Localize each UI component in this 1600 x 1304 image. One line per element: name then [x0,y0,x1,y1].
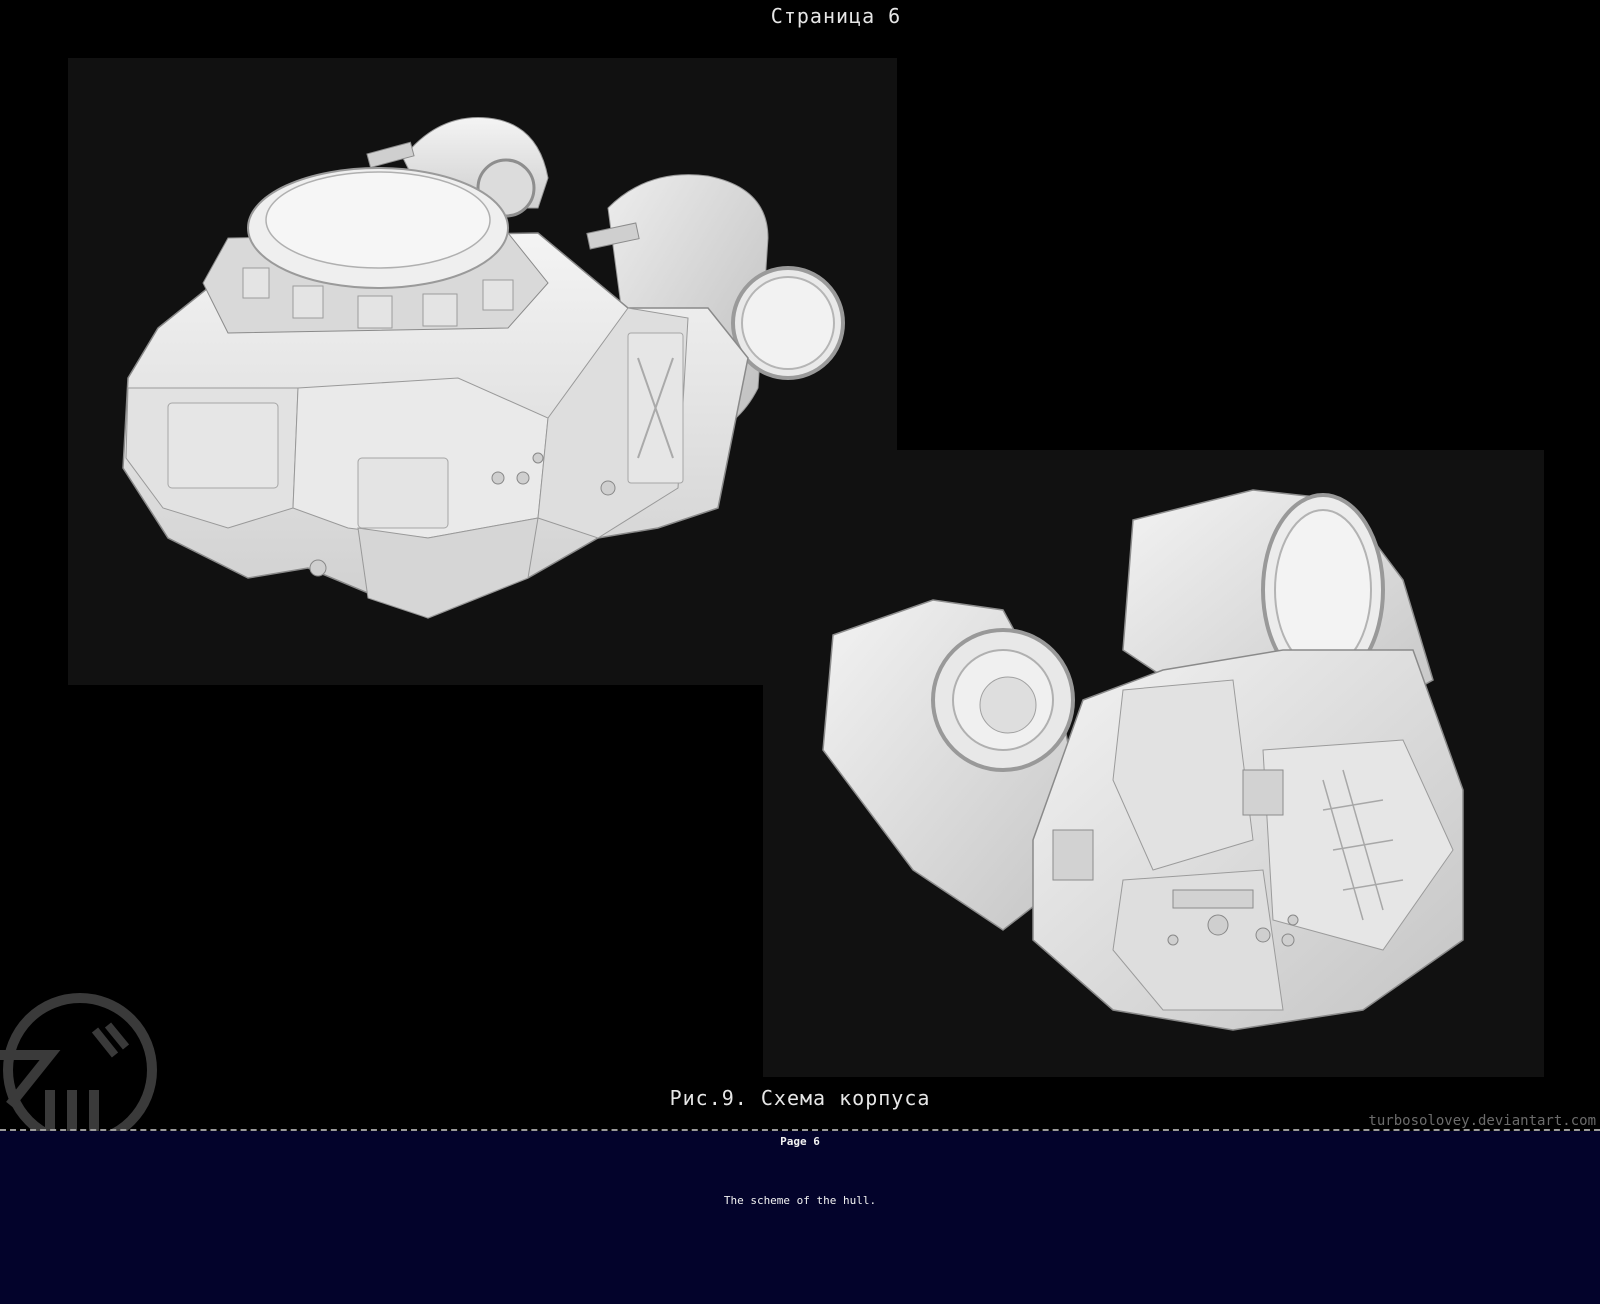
footer-page-label: Page 6 [780,1135,820,1148]
logo-watermark [0,993,157,1135]
footer-caption: The scheme of the hull. [723,1194,877,1207]
page-title: Страница 6 [770,4,902,28]
footer-band: Page 6 The scheme of the hull. [0,1131,1600,1304]
site-credit: turbosolovey.deviantart.com [1368,1113,1596,1129]
hull-render-bottom [763,450,1544,1077]
figure-caption: Рис.9. Схема корпуса [669,1086,931,1110]
hull-model-underside-view [822,489,1464,1031]
